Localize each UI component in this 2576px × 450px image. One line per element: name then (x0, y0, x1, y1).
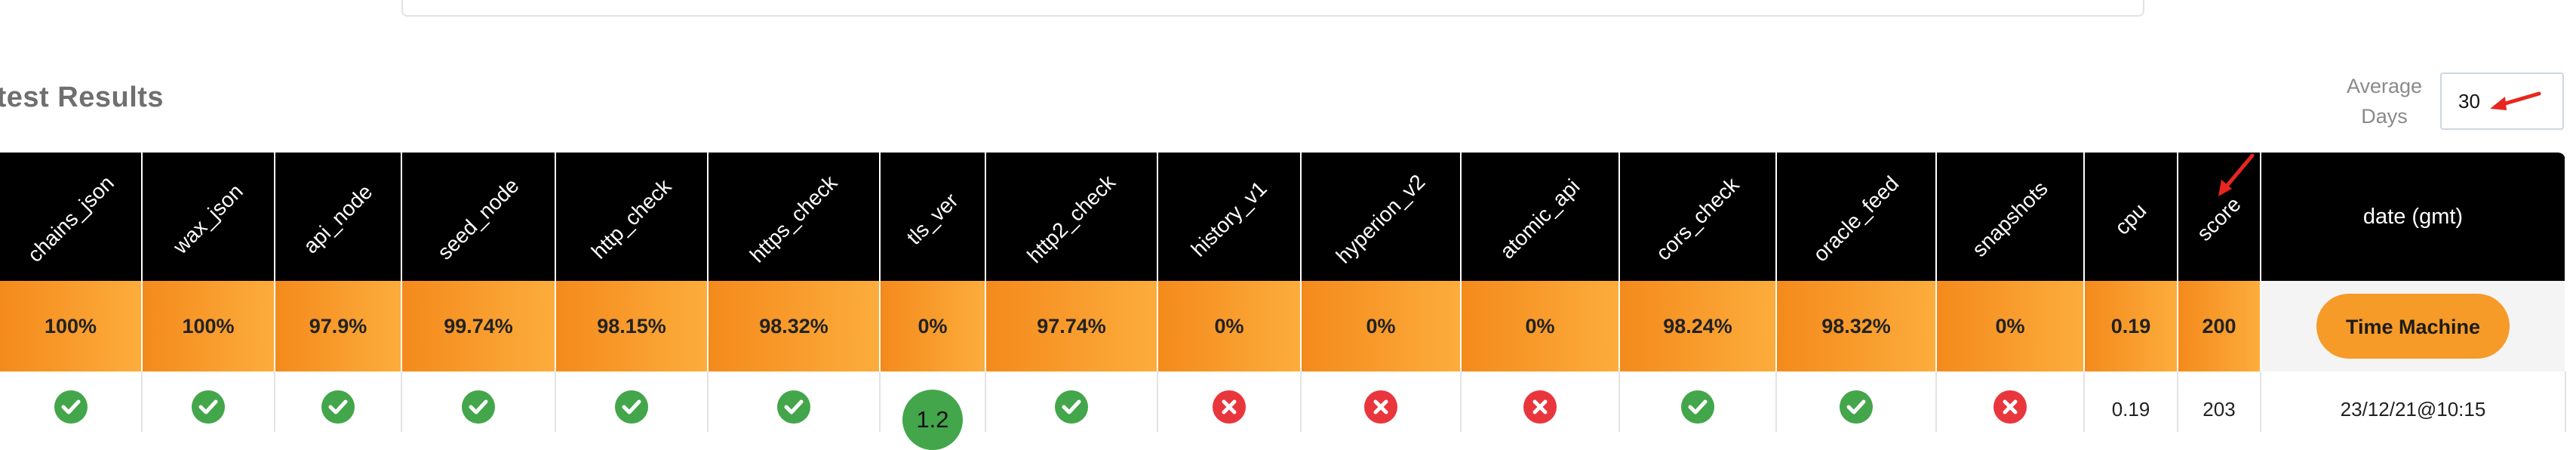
column-header-label: snapshots (1967, 176, 2052, 261)
cell-value: 0.19 (2111, 397, 2150, 421)
cell-http-check (555, 371, 709, 432)
average-snapshots: 0% (1936, 281, 2085, 371)
average-history-v1: 0% (1157, 281, 1302, 371)
column-header-history-v1: history_v1 (1157, 153, 1302, 281)
average-days-label-line1: Average (2346, 75, 2423, 97)
cell-tls-ver: 1.2 (880, 371, 986, 450)
cell-hyperion-v2 (1301, 371, 1462, 432)
column-header-hyperion-v2: hyperion_v2 (1301, 153, 1462, 281)
average-cors-check: 98.24% (1619, 281, 1777, 371)
time-machine-button[interactable]: Time Machine (2316, 294, 2510, 359)
column-header-label: date (gmt) (2362, 204, 2464, 229)
average-cpu: 0.19 (2084, 281, 2178, 371)
column-header-http2-check: http2_check (985, 153, 1158, 281)
average-days-input[interactable] (2440, 72, 2564, 130)
column-header-label: http2_check (1022, 170, 1120, 268)
x-circle-icon (1364, 390, 1397, 424)
column-header-label: chains_json (22, 171, 118, 267)
average-days-label-line2: Days (2361, 105, 2408, 128)
column-header-seed-node: seed_node (401, 153, 556, 281)
x-circle-icon (1213, 390, 1246, 424)
column-header-api-node: api_node (275, 153, 402, 281)
results-table: chains_json wax_json api_node seed_node http… (0, 153, 2566, 450)
cell-value: 203 (2203, 397, 2236, 421)
average-days-label: Average Days (2324, 71, 2445, 131)
column-header-snapshots: snapshots (1936, 153, 2085, 281)
cell-cors-check (1619, 371, 1777, 432)
cell-wax-json (142, 371, 275, 432)
column-header-cpu: cpu (2084, 153, 2178, 281)
section-title: atest Results (0, 82, 164, 113)
column-header-label: seed_node (432, 173, 524, 264)
average-wax-json: 100% (142, 281, 275, 371)
average-tls-ver: 0% (880, 281, 986, 371)
x-circle-icon (1993, 390, 2027, 424)
column-header-date: date (gmt) (2261, 153, 2566, 281)
column-header-label: oracle_feed (1808, 171, 1904, 267)
column-header-oracle-feed: oracle_feed (1776, 153, 1937, 281)
average-chains-json: 100% (0, 281, 143, 371)
column-header-label: hyperion_v2 (1331, 169, 1430, 268)
check-circle-icon (192, 390, 225, 424)
column-header-label: cpu (2110, 198, 2151, 239)
column-header-http-check: http_check (555, 153, 709, 281)
average-api-node: 97.9% (275, 281, 402, 371)
cell-date: 23/12/21@10:15 (2261, 371, 2566, 432)
column-header-label: score (2192, 192, 2246, 246)
column-header-tls-ver: tls_ver (880, 153, 986, 281)
column-header-label: https_check (745, 171, 842, 267)
cell-value: 23/12/21@10:15 (2340, 397, 2486, 421)
column-header-cors-check: cors_check (1619, 153, 1777, 281)
column-header-score: score (2178, 153, 2261, 281)
cell-https-check (708, 371, 881, 432)
cell-cpu: 0.19 (2084, 371, 2178, 432)
average-http-check: 98.15% (555, 281, 709, 371)
x-circle-icon (1523, 390, 1557, 424)
column-header-atomic-api: atomic_api (1461, 153, 1620, 281)
average-https-check: 98.32% (708, 281, 881, 371)
average-seed-node: 99.74% (401, 281, 556, 371)
cell-history-v1 (1157, 371, 1302, 432)
check-circle-icon (777, 390, 810, 424)
cell-http2-check (985, 371, 1158, 432)
check-circle-icon (462, 390, 495, 424)
column-header-label: wax_json (168, 179, 247, 259)
column-header-label: cors_check (1651, 172, 1744, 265)
check-circle-icon (1055, 390, 1088, 424)
column-header-label: http_check (586, 174, 676, 264)
time-machine-cell: Time Machine (2261, 281, 2566, 371)
cell-oracle-feed (1776, 371, 1937, 432)
cell-chains-json (0, 371, 143, 432)
header-row: chains_json wax_json api_node seed_node http… (0, 153, 2566, 281)
column-header-https-check: https_check (708, 153, 881, 281)
check-circle-icon (615, 390, 648, 424)
column-header-wax-json: wax_json (142, 153, 275, 281)
average-oracle-feed: 98.32% (1776, 281, 1937, 371)
average-score: 200 (2178, 281, 2261, 371)
column-header-label: atomic_api (1495, 174, 1585, 264)
check-circle-icon (1840, 390, 1873, 424)
top-panel (401, 0, 2144, 17)
column-header-label: tls_ver (902, 188, 963, 249)
cell-api-node (275, 371, 402, 432)
check-circle-icon (1681, 390, 1714, 424)
cell-snapshots (1936, 371, 2085, 432)
column-header-chains-json: chains_json (0, 153, 143, 281)
averages-row: 100% 100% 97.9% 99.74% 98.15% 98.32% 0% 97.74% 0… (0, 281, 2566, 371)
cell-score: 203 (2178, 371, 2261, 432)
check-circle-icon (54, 390, 88, 424)
tls-version-badge: 1.2 (902, 390, 963, 450)
column-header-label: api_node (298, 180, 377, 258)
column-header-label: history_v1 (1186, 176, 1271, 261)
check-circle-icon (321, 390, 355, 424)
average-http2-check: 97.74% (985, 281, 1158, 371)
table-row: 1.2 0.19 203 23/12/21@10:15 (0, 371, 2566, 450)
cell-seed-node (401, 371, 556, 432)
average-atomic-api: 0% (1461, 281, 1620, 371)
average-hyperion-v2: 0% (1301, 281, 1462, 371)
cell-atomic-api (1461, 371, 1620, 432)
